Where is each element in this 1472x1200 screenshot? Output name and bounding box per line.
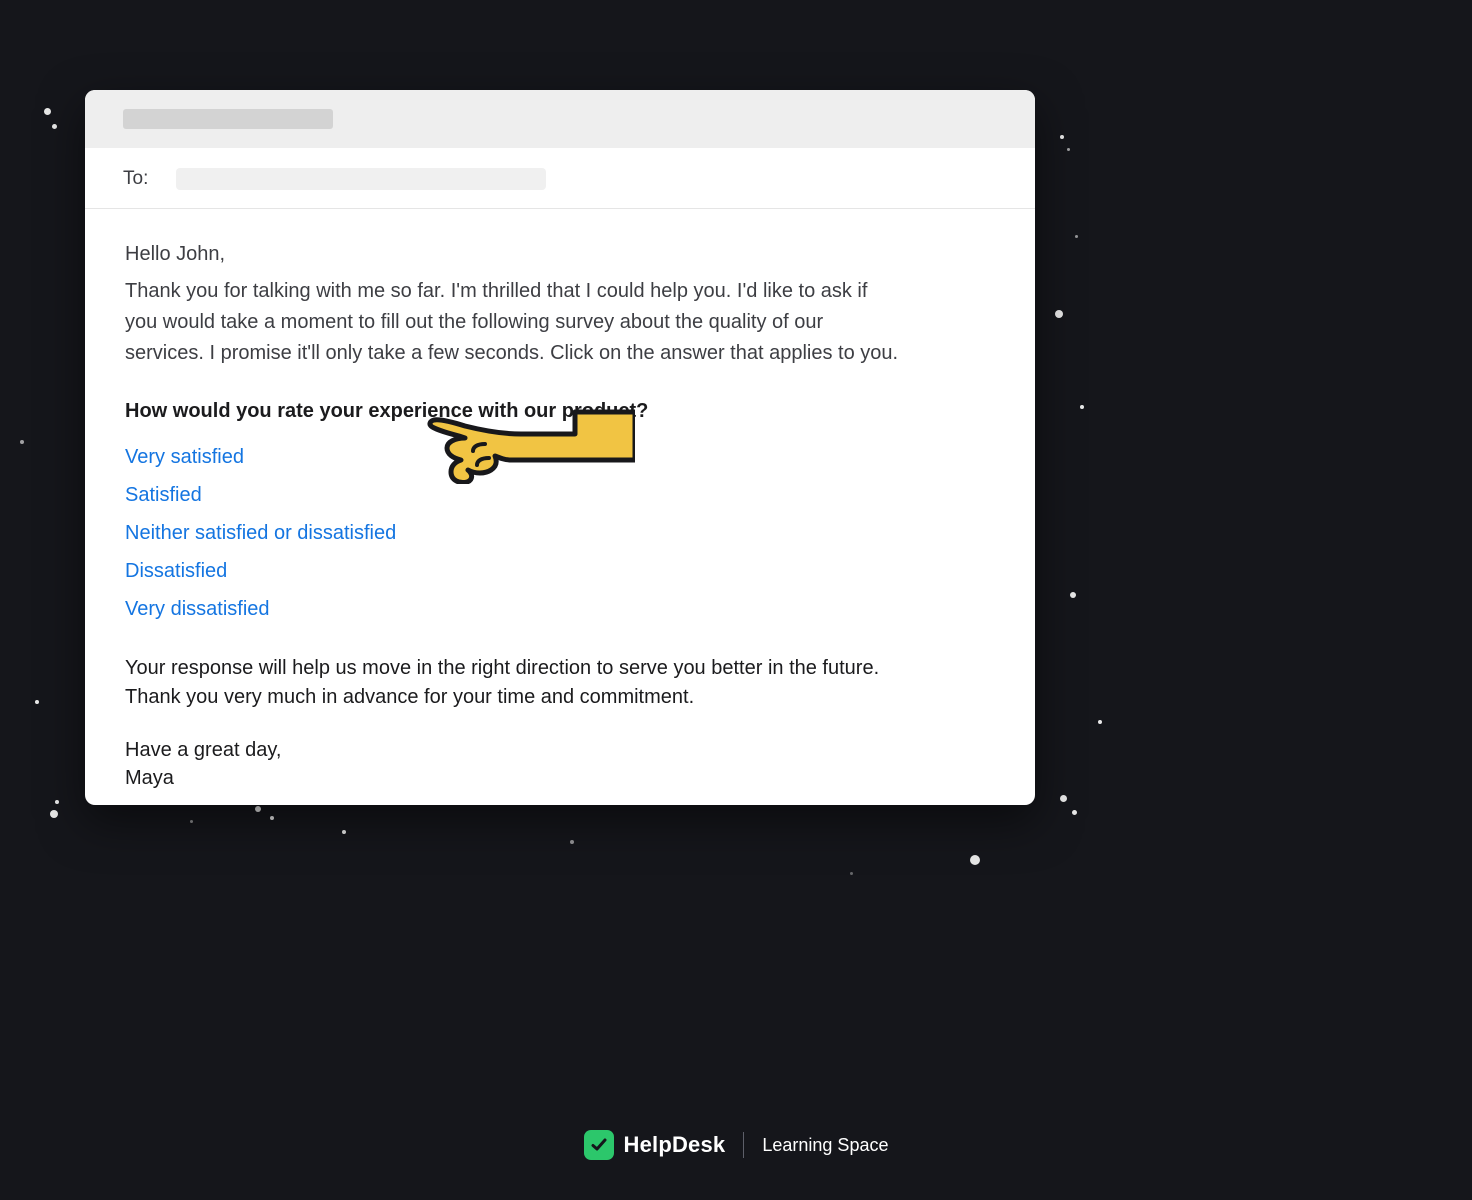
brand-footer: HelpDesk Learning Space <box>0 1130 1472 1160</box>
survey-options: Very satisfied Satisfied Neither satisfi… <box>125 443 995 624</box>
star-dot <box>35 700 39 704</box>
star-dot <box>850 872 853 875</box>
star-dot <box>255 806 261 812</box>
recipient-placeholder <box>176 168 546 190</box>
subject-placeholder <box>123 109 333 129</box>
star-dot <box>1075 235 1078 238</box>
star-dot <box>1098 720 1102 724</box>
star-dot <box>50 810 58 818</box>
brand-name: HelpDesk <box>624 1132 726 1158</box>
star-dot <box>1070 592 1076 598</box>
greeting-text: Hello John, <box>125 239 995 270</box>
star-dot <box>342 830 346 834</box>
signature-name: Maya <box>125 767 174 789</box>
survey-option-satisfied[interactable]: Satisfied <box>125 481 202 510</box>
email-body: Hello John, Thank you for talking with m… <box>85 209 1035 805</box>
star-dot <box>1055 310 1063 318</box>
brand-logo: HelpDesk <box>584 1130 726 1160</box>
intro-paragraph: Thank you for talking with me so far. I'… <box>125 276 905 369</box>
signoff: Have a great day, Maya <box>125 736 995 792</box>
star-dot <box>1060 795 1067 802</box>
star-dot <box>52 124 57 129</box>
brand-divider <box>743 1132 744 1158</box>
signoff-line: Have a great day, <box>125 739 281 761</box>
recipient-row: To: <box>85 148 1035 209</box>
helpdesk-logo-icon <box>584 1130 614 1160</box>
star-dot <box>20 440 24 444</box>
survey-option-very-satisfied[interactable]: Very satisfied <box>125 443 244 472</box>
star-dot <box>270 816 274 820</box>
survey-question: How would you rate your experience with … <box>125 397 995 425</box>
survey-option-very-dissatisfied[interactable]: Very dissatisfied <box>125 595 270 624</box>
star-dot <box>1067 148 1070 151</box>
to-label: To: <box>123 168 148 190</box>
star-dot <box>1060 135 1064 139</box>
email-window: To: Hello John, Thank you for talking wi… <box>85 90 1035 805</box>
star-dot <box>55 800 59 804</box>
survey-option-neither[interactable]: Neither satisfied or dissatisfied <box>125 519 396 548</box>
star-dot <box>1072 810 1077 815</box>
star-dot <box>570 840 574 844</box>
star-dot <box>190 820 193 823</box>
star-dot <box>44 108 51 115</box>
star-dot <box>970 855 980 865</box>
window-titlebar <box>85 90 1035 148</box>
star-dot <box>1080 405 1084 409</box>
closing-paragraph: Your response will help us move in the r… <box>125 654 915 712</box>
brand-subtitle: Learning Space <box>762 1135 888 1156</box>
survey-option-dissatisfied[interactable]: Dissatisfied <box>125 557 227 586</box>
